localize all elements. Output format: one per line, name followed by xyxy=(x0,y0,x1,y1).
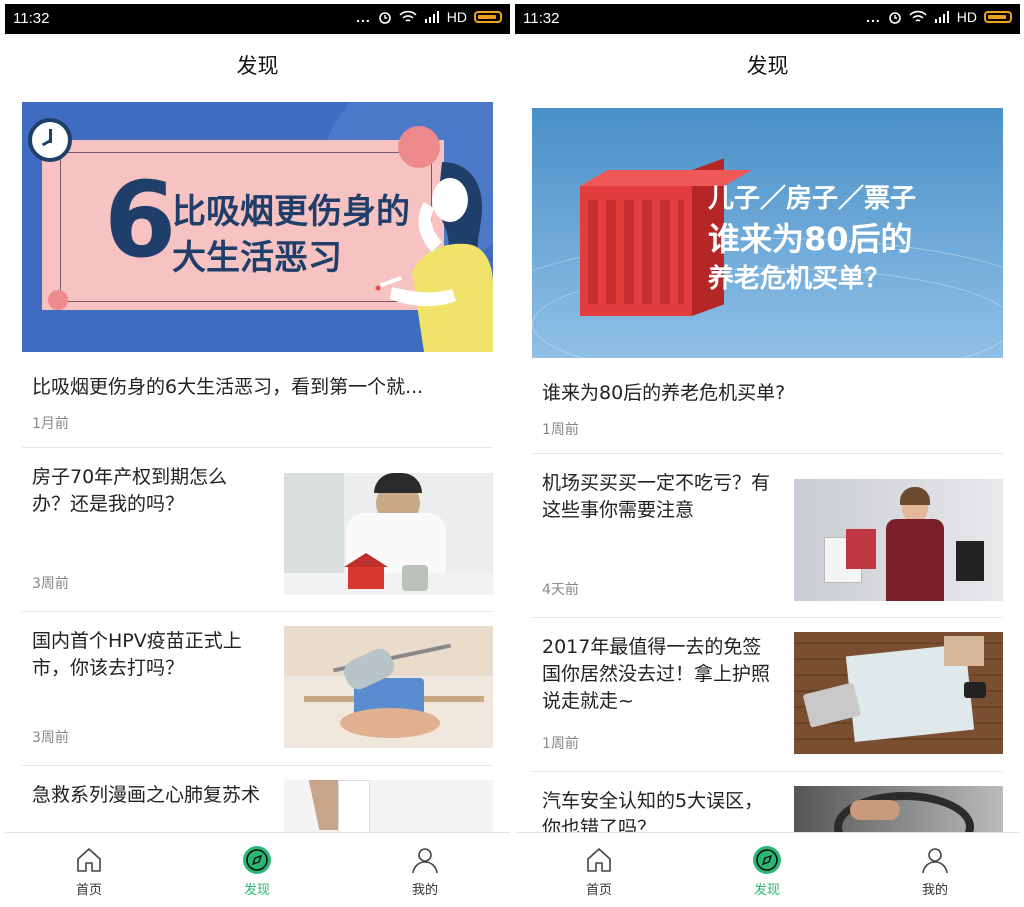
network-label: HD xyxy=(446,9,467,25)
banner-line2: 谁来为80后的 xyxy=(708,220,913,258)
wifi-icon xyxy=(399,10,417,22)
list-item[interactable]: 急救系列漫画之心肺复苏术 xyxy=(22,766,493,832)
alarm-icon xyxy=(888,12,901,24)
tab-profile[interactable]: 我的 xyxy=(375,833,475,907)
tab-label: 我的 xyxy=(921,883,948,898)
article-title: 机场买买买一定不吃亏？有这些事你需要注意 xyxy=(542,472,771,521)
more-dots-icon: ... xyxy=(866,9,881,25)
tab-label: 我的 xyxy=(411,883,438,898)
tab-discover[interactable]: 发现 xyxy=(207,833,307,907)
tab-profile[interactable]: 我的 xyxy=(885,833,985,907)
home-icon xyxy=(587,848,611,872)
featured-time: 1周前 xyxy=(542,422,579,438)
status-time: 11:32 xyxy=(13,10,50,27)
home-icon xyxy=(77,848,101,872)
wifi-icon xyxy=(909,10,927,22)
featured-banner-image: 6 比吸烟更伤身的 大生活恶习 xyxy=(22,102,493,352)
article-thumbnail-shopping-woman xyxy=(794,479,1003,601)
article-title: 急救系列漫画之心肺复苏术 xyxy=(32,784,261,806)
article-thumbnail-travel-map xyxy=(794,632,1003,754)
list-item[interactable]: 国内首个HPV疫苗正式上市，你该去打吗？ 3周前 xyxy=(22,612,493,766)
article-title: 2017年最值得一去的免签国你居然没去过！拿上护照说走就走~ xyxy=(542,636,771,712)
article-title: 汽车安全认知的5大误区，你也错了吗？ xyxy=(542,790,764,832)
article-thumbnail-cpr xyxy=(284,780,493,832)
article-feed[interactable]: 儿子／房子／票子 谁来为80后的 养老危机买单？ 谁来为80后的养老危机买单? … xyxy=(515,96,1020,832)
tab-discover[interactable]: 发现 xyxy=(717,833,817,907)
article-time: 3周前 xyxy=(32,576,69,592)
status-icons: ... HD xyxy=(356,9,502,25)
status-icons: ... HD xyxy=(866,9,1012,25)
article-thumbnail-hpv-vaccine xyxy=(284,626,493,748)
list-item[interactable]: 2017年最值得一去的免签国你居然没去过！拿上护照说走就走~ 1周前 xyxy=(532,618,1003,772)
list-item[interactable]: 汽车安全认知的5大误区，你也错了吗？ xyxy=(532,772,1003,832)
clock-icon xyxy=(28,118,72,162)
article-feed[interactable]: 6 比吸烟更伤身的 大生活恶习 比吸烟更伤身的6大生活恶习，看到第一个就... … xyxy=(5,96,510,832)
status-bar: 11:32 ... HD xyxy=(515,4,1020,34)
article-title: 房子70年产权到期怎么办？还是我的吗？ xyxy=(32,466,228,515)
bottom-tab-bar: 首页 发现 我的 xyxy=(5,832,510,907)
tab-home[interactable]: 首页 xyxy=(549,833,649,907)
article-thumbnail-car-driving xyxy=(794,786,1003,832)
status-bar: 11:32 ... HD xyxy=(5,4,510,34)
battery-icon xyxy=(474,11,502,23)
page-title: 发现 xyxy=(746,54,789,78)
screen-left: 11:32 ... HD 发现 6 比吸烟更伤身的 大生活恶习 比吸烟更伤身的6… xyxy=(5,0,510,907)
featured-time: 1月前 xyxy=(32,416,69,432)
tab-home[interactable]: 首页 xyxy=(39,833,139,907)
article-time: 4天前 xyxy=(542,582,579,598)
page-title: 发现 xyxy=(236,54,279,78)
banner-woman-illustration xyxy=(375,162,493,352)
compass-icon xyxy=(753,846,781,874)
banner-line3: 养老危机买单？ xyxy=(708,264,891,294)
article-thumbnail-worried-man xyxy=(284,473,493,595)
user-icon xyxy=(922,848,948,874)
article-time: 3周前 xyxy=(32,730,69,746)
featured-banner-image: 儿子／房子／票子 谁来为80后的 养老危机买单？ xyxy=(532,108,1003,358)
status-time: 11:32 xyxy=(523,10,560,27)
banner-line1: 儿子／房子／票子 xyxy=(708,184,917,214)
article-title: 国内首个HPV疫苗正式上市，你该去打吗？ xyxy=(32,630,242,679)
page-header: 发现 xyxy=(5,34,510,96)
network-label: HD xyxy=(956,9,977,25)
banner-pink-dot-small xyxy=(48,290,68,310)
banner-line2: 大生活恶习 xyxy=(172,238,342,278)
banner-number: 6 xyxy=(104,159,177,281)
signal-icon xyxy=(934,11,949,23)
user-icon xyxy=(412,848,438,874)
featured-article[interactable]: 儿子／房子／票子 谁来为80后的 养老危机买单？ 谁来为80后的养老危机买单? … xyxy=(532,108,1003,439)
featured-title: 谁来为80后的养老危机买单? xyxy=(542,382,786,404)
list-item[interactable]: 机场买买买一定不吃亏？有这些事你需要注意 4天前 xyxy=(532,454,1003,618)
tab-label: 首页 xyxy=(585,883,612,898)
more-dots-icon: ... xyxy=(356,9,371,25)
list-item[interactable]: 房子70年产权到期怎么办？还是我的吗？ 3周前 xyxy=(22,448,493,612)
banner-building-windows xyxy=(588,200,684,304)
article-time: 1周前 xyxy=(542,736,579,752)
bottom-tab-bar: 首页 发现 我的 xyxy=(515,832,1020,907)
signal-icon xyxy=(424,11,439,23)
tab-label: 发现 xyxy=(753,883,780,898)
tab-label: 发现 xyxy=(243,883,270,898)
featured-title: 比吸烟更伤身的6大生活恶习，看到第一个就... xyxy=(32,376,424,398)
page-header: 发现 xyxy=(515,34,1020,96)
alarm-icon xyxy=(378,12,391,24)
screen-right: 11:32 ... HD 发现 儿子／房子／票子 谁来为80后的 养老危机买单？ xyxy=(515,0,1020,907)
compass-icon xyxy=(243,846,271,874)
battery-icon xyxy=(984,11,1012,23)
tab-label: 首页 xyxy=(75,883,102,898)
featured-article[interactable]: 6 比吸烟更伤身的 大生活恶习 比吸烟更伤身的6大生活恶习，看到第一个就... … xyxy=(22,102,493,433)
